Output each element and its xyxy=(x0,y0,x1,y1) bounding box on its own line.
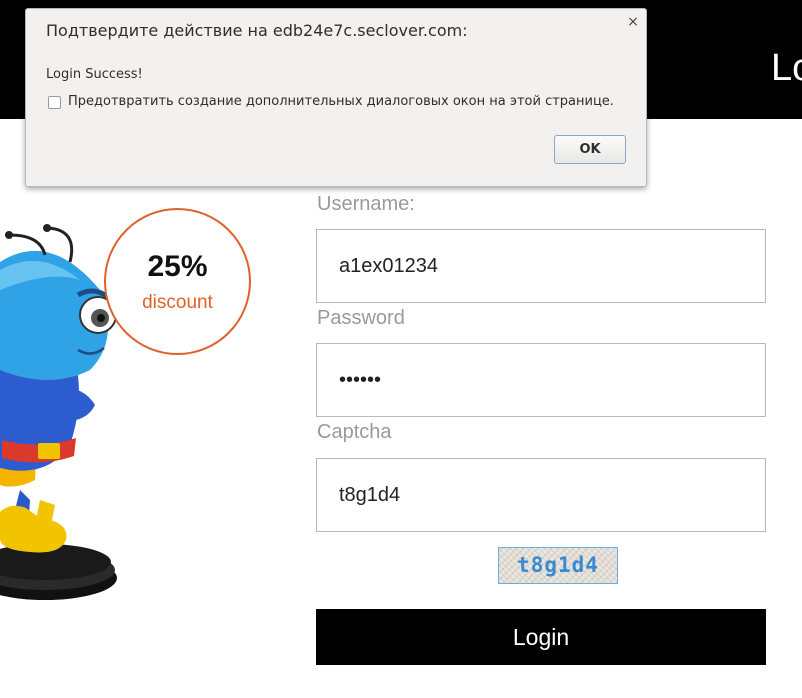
username-label: Username: xyxy=(317,193,415,215)
close-icon[interactable]: × xyxy=(626,14,640,30)
password-label: Password xyxy=(317,307,405,329)
discount-label: discount xyxy=(142,292,213,313)
captcha-input[interactable] xyxy=(316,458,766,532)
header-title: Lo xyxy=(771,47,802,89)
captcha-image[interactable]: t8g1d4 xyxy=(498,547,618,584)
username-input[interactable] xyxy=(316,229,766,303)
dialog-checkbox-label[interactable]: Предотвратить создание дополнительных ди… xyxy=(68,93,614,111)
checkbox-icon[interactable] xyxy=(48,96,61,109)
password-input[interactable] xyxy=(316,343,766,417)
captcha-label: Captcha xyxy=(317,421,392,443)
ok-button[interactable]: OK xyxy=(554,135,626,164)
discount-badge: 25% discount xyxy=(104,208,251,355)
page: Lo 2 xyxy=(0,0,802,698)
dialog-message: Login Success! xyxy=(46,67,143,82)
discount-value: 25% xyxy=(147,250,208,283)
login-button[interactable]: Login xyxy=(316,609,766,665)
alert-dialog: Подтвердите действие на edb24e7c.seclove… xyxy=(25,8,647,187)
dialog-title: Подтвердите действие на edb24e7c.seclove… xyxy=(46,21,468,40)
